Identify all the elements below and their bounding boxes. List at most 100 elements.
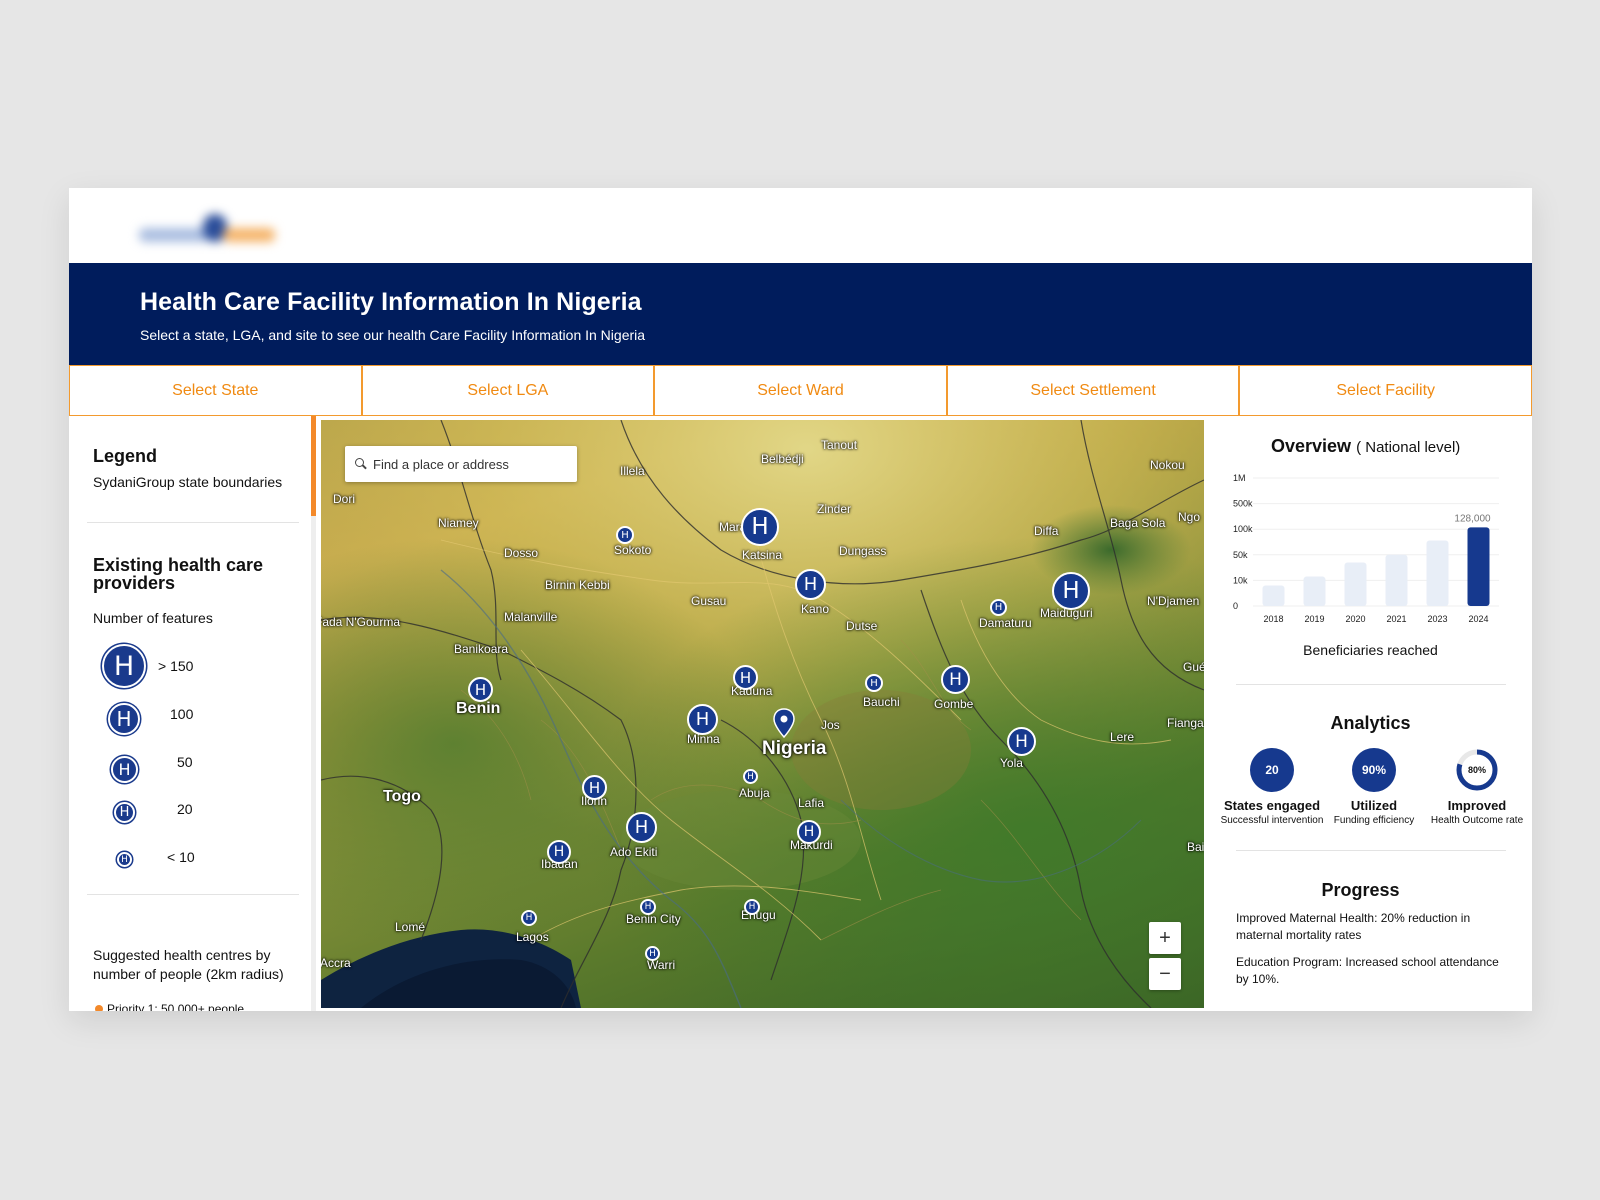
progress-item: Improved Maternal Health: 20% reduction … (1236, 911, 1471, 942)
zoom-out-button[interactable]: − (1149, 958, 1181, 990)
y-tick-label: 0 (1233, 601, 1238, 611)
hospital-marker-icon[interactable]: H (645, 946, 660, 961)
y-tick-label: 100k (1233, 524, 1253, 534)
y-tick-label: 1M (1233, 473, 1246, 483)
city-label: Kano (801, 602, 830, 616)
top-bar (69, 188, 1532, 263)
page-title: Health Care Facility Information In Nige… (140, 288, 642, 316)
city-label: Nokou (1150, 458, 1185, 472)
stat-value-badge: 90% (1352, 748, 1396, 792)
hospital-marker-icon[interactable]: H (741, 508, 779, 546)
x-tick-label: 2024 (1468, 614, 1488, 624)
hospital-marker-icon[interactable]: H (582, 775, 607, 800)
beneficiaries-bar-chart: 0 10k 50k 100k 500k 1M 2018 2019 2020 2021 2023 20… (1233, 473, 1499, 624)
select-facility-button[interactable]: Select Facility (1239, 365, 1532, 416)
suggested-centres-title: Suggested health centres by number of pe… (93, 947, 284, 982)
city-label: Birnin Kebbi (545, 578, 610, 592)
progress-title: Progress (1321, 880, 1400, 900)
hospital-marker-icon[interactable]: H (521, 910, 537, 926)
city-label: Accra (321, 956, 351, 970)
location-pin-icon[interactable] (772, 708, 796, 738)
map-view[interactable]: Benin Togo Nigeria Niamey Dosso Illela S… (321, 420, 1204, 1008)
priority-1-label: Priority 1: 50,000+ people (107, 1002, 245, 1011)
y-tick-label: 10k (1233, 575, 1248, 585)
city-label: Banikoara (454, 642, 509, 656)
progress-ring: 80% (1455, 748, 1499, 792)
x-tick-label: 2020 (1345, 614, 1365, 624)
chart-bar (1303, 576, 1326, 606)
map-search-box[interactable] (345, 446, 577, 482)
country-label-benin: Benin (456, 700, 501, 717)
city-label: N'Djamen (1147, 594, 1200, 608)
stat-sublabel: Funding efficiency (1333, 815, 1415, 826)
company-logo[interactable] (129, 206, 279, 248)
ring-value: 80% (1467, 765, 1486, 775)
city-label: Dori (333, 492, 356, 506)
hospital-marker-icon[interactable]: H (1007, 727, 1036, 756)
select-ward-button[interactable]: Select Ward (654, 365, 947, 416)
hospital-icon-size-100: H (108, 703, 140, 735)
stat-value-badge: 20 (1250, 748, 1294, 792)
y-tick-label: 50k (1233, 550, 1248, 560)
divider (1236, 684, 1506, 685)
hospital-marker-icon[interactable]: H (797, 820, 821, 844)
existing-providers-title: Existing health care providers (93, 555, 264, 593)
legend-size-label: 100 (170, 706, 194, 722)
city-label: Lere (1110, 730, 1135, 744)
select-lga-button[interactable]: Select LGA (361, 365, 655, 416)
hospital-marker-icon[interactable]: H (626, 812, 657, 843)
city-label: Belbédji (761, 452, 804, 466)
city-label: Lomé (395, 920, 426, 934)
legend-title: Legend (93, 446, 158, 466)
hospital-marker-icon[interactable]: H (990, 599, 1007, 616)
city-label: Ado Ekiti (610, 845, 658, 859)
chart-caption: Beneficiaries reached (1303, 642, 1438, 658)
select-settlement-button[interactable]: Select Settlement (946, 365, 1240, 416)
city-label: Bauchi (863, 695, 900, 709)
stat-improved: 80% Improved Health Outcome rate (1422, 748, 1532, 826)
hospital-marker-icon[interactable]: H (744, 899, 760, 915)
zoom-in-button[interactable]: + (1149, 922, 1181, 954)
city-label: Yola (1000, 756, 1023, 770)
hospital-marker-icon[interactable]: H (640, 899, 656, 915)
divider (1236, 850, 1506, 851)
dashboard-card: Health Care Facility Information In Nige… (69, 188, 1532, 1011)
map-search-input[interactable] (373, 456, 563, 472)
progress-item: Education Program: Increased school atte… (1236, 955, 1499, 986)
hospital-marker-icon[interactable]: H (743, 769, 758, 784)
city-label: Lafia (798, 796, 825, 810)
hospital-marker-icon[interactable]: H (1052, 572, 1090, 610)
overview-heading: Overview (1271, 436, 1352, 456)
chart-bar (1262, 585, 1285, 606)
city-label: Dutse (846, 619, 878, 633)
city-label: Gombe (934, 697, 974, 711)
city-label: Bai (1187, 840, 1204, 854)
overview-title: Overview ( National level) (1271, 436, 1460, 457)
chart-bar (1344, 562, 1367, 606)
city-label: Ngo (1178, 510, 1201, 524)
stat-sublabel: Successful intervention (1220, 815, 1324, 826)
stat-label: Utilized (1350, 798, 1398, 813)
city-label: Dosso (504, 546, 539, 560)
x-tick-label: 2023 (1427, 614, 1447, 624)
hospital-marker-icon[interactable]: H (468, 677, 493, 702)
hospital-marker-icon[interactable]: H (795, 569, 826, 600)
scrollbar-thumb[interactable] (311, 416, 316, 516)
priority-dot-icon (95, 1005, 103, 1011)
stat-sublabel: Health Outcome rate (1430, 815, 1524, 826)
chart-bar (1385, 554, 1408, 606)
legend-size-label: > 150 (158, 658, 194, 674)
hospital-marker-icon[interactable]: H (865, 674, 883, 692)
hospital-marker-icon[interactable]: H (687, 704, 718, 735)
country-label-nigeria: Nigeria (762, 738, 827, 759)
hospital-marker-icon[interactable]: H (616, 526, 634, 544)
hospital-marker-icon[interactable]: H (941, 665, 970, 694)
hospital-marker-icon[interactable]: H (733, 665, 758, 690)
overview-panel: Overview ( National level) 0 10k 50k 100k 50… (1209, 416, 1532, 1011)
x-tick-label: 2018 (1263, 614, 1283, 624)
city-label: Benin City (626, 912, 681, 926)
select-state-button[interactable]: Select State (69, 365, 362, 416)
chart-bar (1426, 540, 1449, 606)
hospital-marker-icon[interactable]: H (547, 840, 571, 864)
city-label: Tanout (821, 438, 858, 452)
